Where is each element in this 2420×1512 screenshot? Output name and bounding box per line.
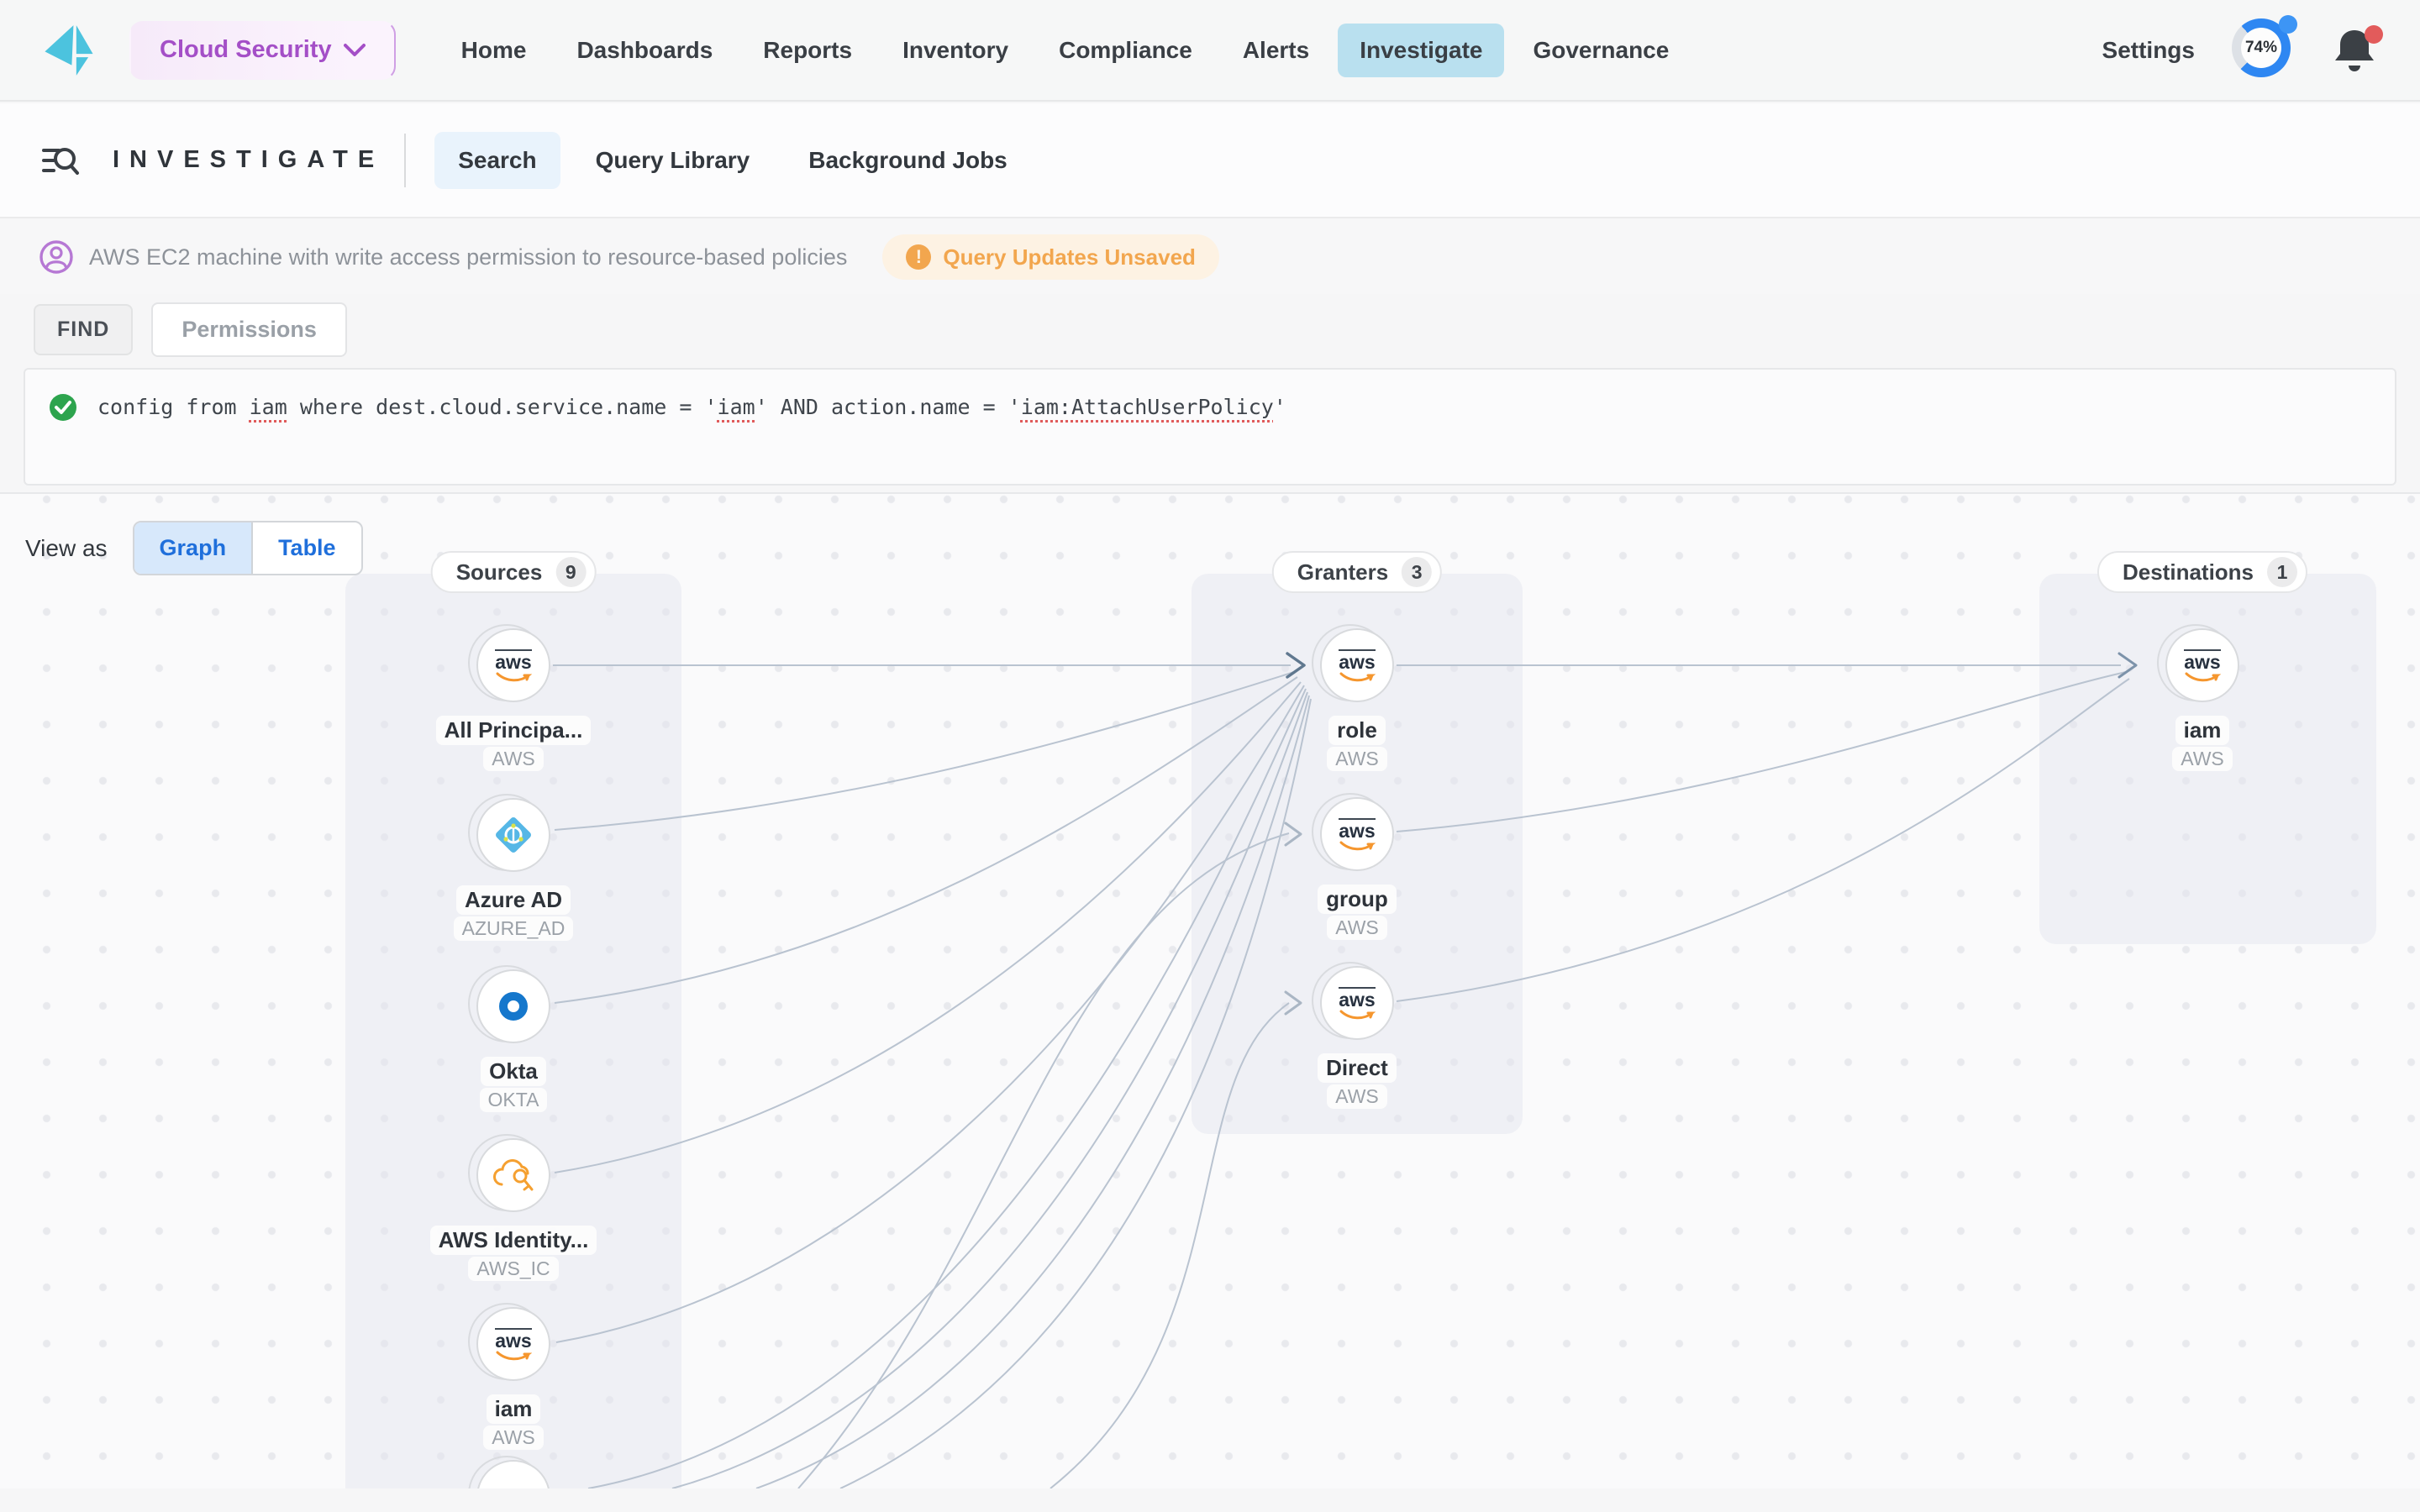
query-valid-check-icon bbox=[50, 394, 76, 421]
node-sublabel: AZURE_AD bbox=[453, 916, 574, 941]
sources-count-badge: 9 bbox=[555, 557, 587, 587]
query-text[interactable]: config from iam where dest.cloud.service… bbox=[97, 391, 1286, 423]
unsaved-badge-label: Query Updates Unsaved bbox=[943, 244, 1196, 270]
graph-edges bbox=[553, 652, 2138, 1488]
aws-icon: aws bbox=[495, 1327, 532, 1361]
node-sublabel: OKTA bbox=[479, 1088, 548, 1112]
main-nav: Home Dashboards Reports Inventory Compli… bbox=[439, 23, 1691, 77]
node-sublabel: AWS bbox=[1327, 916, 1387, 940]
user-avatar-icon bbox=[39, 240, 73, 274]
node-azure-ad[interactable]: Azure AD AZURE_AD bbox=[413, 794, 614, 941]
node-okta[interactable]: Okta OKTA bbox=[413, 965, 614, 1112]
granters-header-label: Granters bbox=[1297, 559, 1389, 585]
investigate-tabs: Search Query Library Background Jobs bbox=[434, 131, 1031, 189]
node-group[interactable]: aws group AWS bbox=[1256, 793, 1458, 940]
chevron-down-icon bbox=[343, 43, 366, 56]
topbar-right-actions: Settings 74% bbox=[2102, 14, 2420, 82]
node-sublabel: AWS bbox=[483, 1425, 544, 1450]
view-as-control: View as Graph Table bbox=[25, 521, 363, 575]
investigate-wordmark: INVESTIGATE bbox=[113, 146, 385, 173]
node-sublabel: AWS_IC bbox=[468, 1257, 559, 1281]
node-label: Direct bbox=[1318, 1053, 1397, 1083]
node-label: AWS Identity... bbox=[429, 1226, 597, 1255]
node-role[interactable]: aws role AWS bbox=[1256, 624, 1458, 771]
node-sublabel: AWS bbox=[1327, 1084, 1387, 1109]
query-header-row: AWS EC2 machine with write access permis… bbox=[0, 220, 2420, 294]
nav-item-investigate[interactable]: Investigate bbox=[1338, 23, 1505, 77]
aws-icon: aws bbox=[1339, 648, 1376, 682]
view-toggle-table[interactable]: Table bbox=[253, 522, 361, 574]
graph-canvas[interactable]: View as Graph Table Sources 9 Granters 3… bbox=[0, 494, 2420, 1488]
app-logo-icon bbox=[45, 24, 93, 76]
node-partial-clipped[interactable] bbox=[413, 1456, 614, 1488]
aws-icon: aws bbox=[1339, 817, 1376, 851]
destinations-count-badge: 1 bbox=[2267, 557, 2298, 587]
nav-item-governance[interactable]: Governance bbox=[1511, 24, 1691, 77]
node-label: group bbox=[1318, 885, 1397, 914]
granters-count-badge: 3 bbox=[1402, 557, 1433, 587]
node-label: role bbox=[1328, 716, 1386, 745]
sources-header-label: Sources bbox=[455, 559, 543, 585]
query-editor[interactable]: config from iam where dest.cloud.service… bbox=[24, 368, 2396, 486]
node-sublabel: AWS bbox=[2172, 747, 2233, 771]
query-unsaved-badge[interactable]: ! Query Updates Unsaved bbox=[882, 234, 1219, 280]
aws-icon: aws bbox=[1339, 986, 1376, 1020]
view-as-label: View as bbox=[25, 534, 108, 561]
notification-badge-dot bbox=[2365, 24, 2383, 44]
view-toggle-graph[interactable]: Graph bbox=[134, 522, 254, 574]
aws-icon: aws bbox=[495, 648, 532, 682]
find-keyword-chip: FIND bbox=[34, 304, 134, 355]
node-aws-identity-center[interactable]: AWS Identity... AWS_IC bbox=[413, 1134, 614, 1281]
aws-identity-center-icon bbox=[493, 1159, 534, 1191]
tab-search[interactable]: Search bbox=[434, 131, 560, 189]
top-app-bar: Cloud Security Home Dashboards Reports I… bbox=[0, 0, 2420, 102]
nav-item-reports[interactable]: Reports bbox=[741, 24, 874, 77]
tab-background-jobs[interactable]: Background Jobs bbox=[785, 132, 1030, 189]
node-label: Azure AD bbox=[455, 885, 571, 915]
notifications-button[interactable] bbox=[2333, 24, 2383, 74]
settings-button[interactable]: Settings bbox=[2102, 37, 2195, 64]
product-switcher-label: Cloud Security bbox=[160, 36, 332, 63]
nav-item-compliance[interactable]: Compliance bbox=[1037, 24, 1214, 77]
permissions-chip[interactable]: Permissions bbox=[151, 302, 347, 357]
node-label: Okta bbox=[481, 1057, 546, 1086]
aws-icon: aws bbox=[2184, 648, 2221, 682]
vertical-divider bbox=[404, 133, 407, 187]
node-sublabel: AWS bbox=[1327, 747, 1387, 771]
nav-item-home[interactable]: Home bbox=[439, 24, 549, 77]
node-iam-destination[interactable]: aws iam AWS bbox=[2102, 624, 2303, 771]
progress-value: 74% bbox=[2241, 27, 2281, 68]
node-direct[interactable]: aws Direct AWS bbox=[1256, 962, 1458, 1109]
node-label: iam bbox=[2175, 716, 2230, 745]
view-toggle: Graph Table bbox=[132, 521, 363, 575]
search-list-icon bbox=[42, 147, 79, 175]
granters-column-header[interactable]: Granters 3 bbox=[1271, 551, 1443, 593]
destinations-header-label: Destinations bbox=[2122, 559, 2254, 585]
product-switcher-dropdown[interactable]: Cloud Security bbox=[129, 20, 396, 80]
node-label: All Principa... bbox=[435, 716, 592, 745]
azure-ad-icon bbox=[496, 817, 531, 853]
score-progress-ring[interactable]: 74% bbox=[2232, 14, 2297, 82]
nav-item-dashboards[interactable]: Dashboards bbox=[555, 24, 734, 77]
destinations-column-header[interactable]: Destinations 1 bbox=[2096, 551, 2308, 593]
node-all-principals[interactable]: aws All Principa... AWS bbox=[413, 624, 614, 771]
nav-item-inventory[interactable]: Inventory bbox=[881, 24, 1030, 77]
query-title: AWS EC2 machine with write access permis… bbox=[89, 244, 848, 270]
progress-notification-dot bbox=[2279, 14, 2297, 34]
investigate-toolbar: INVESTIGATE Search Query Library Backgro… bbox=[0, 103, 2420, 218]
tab-query-library[interactable]: Query Library bbox=[572, 132, 774, 189]
node-label: iam bbox=[486, 1394, 541, 1424]
warning-icon: ! bbox=[906, 244, 932, 270]
nav-item-alerts[interactable]: Alerts bbox=[1221, 24, 1331, 77]
sources-column-header[interactable]: Sources 9 bbox=[430, 551, 597, 593]
okta-icon bbox=[499, 992, 528, 1021]
node-sublabel: AWS bbox=[483, 747, 544, 771]
find-row: FIND Permissions bbox=[34, 302, 347, 357]
node-iam-source[interactable]: aws iam AWS bbox=[413, 1303, 614, 1450]
